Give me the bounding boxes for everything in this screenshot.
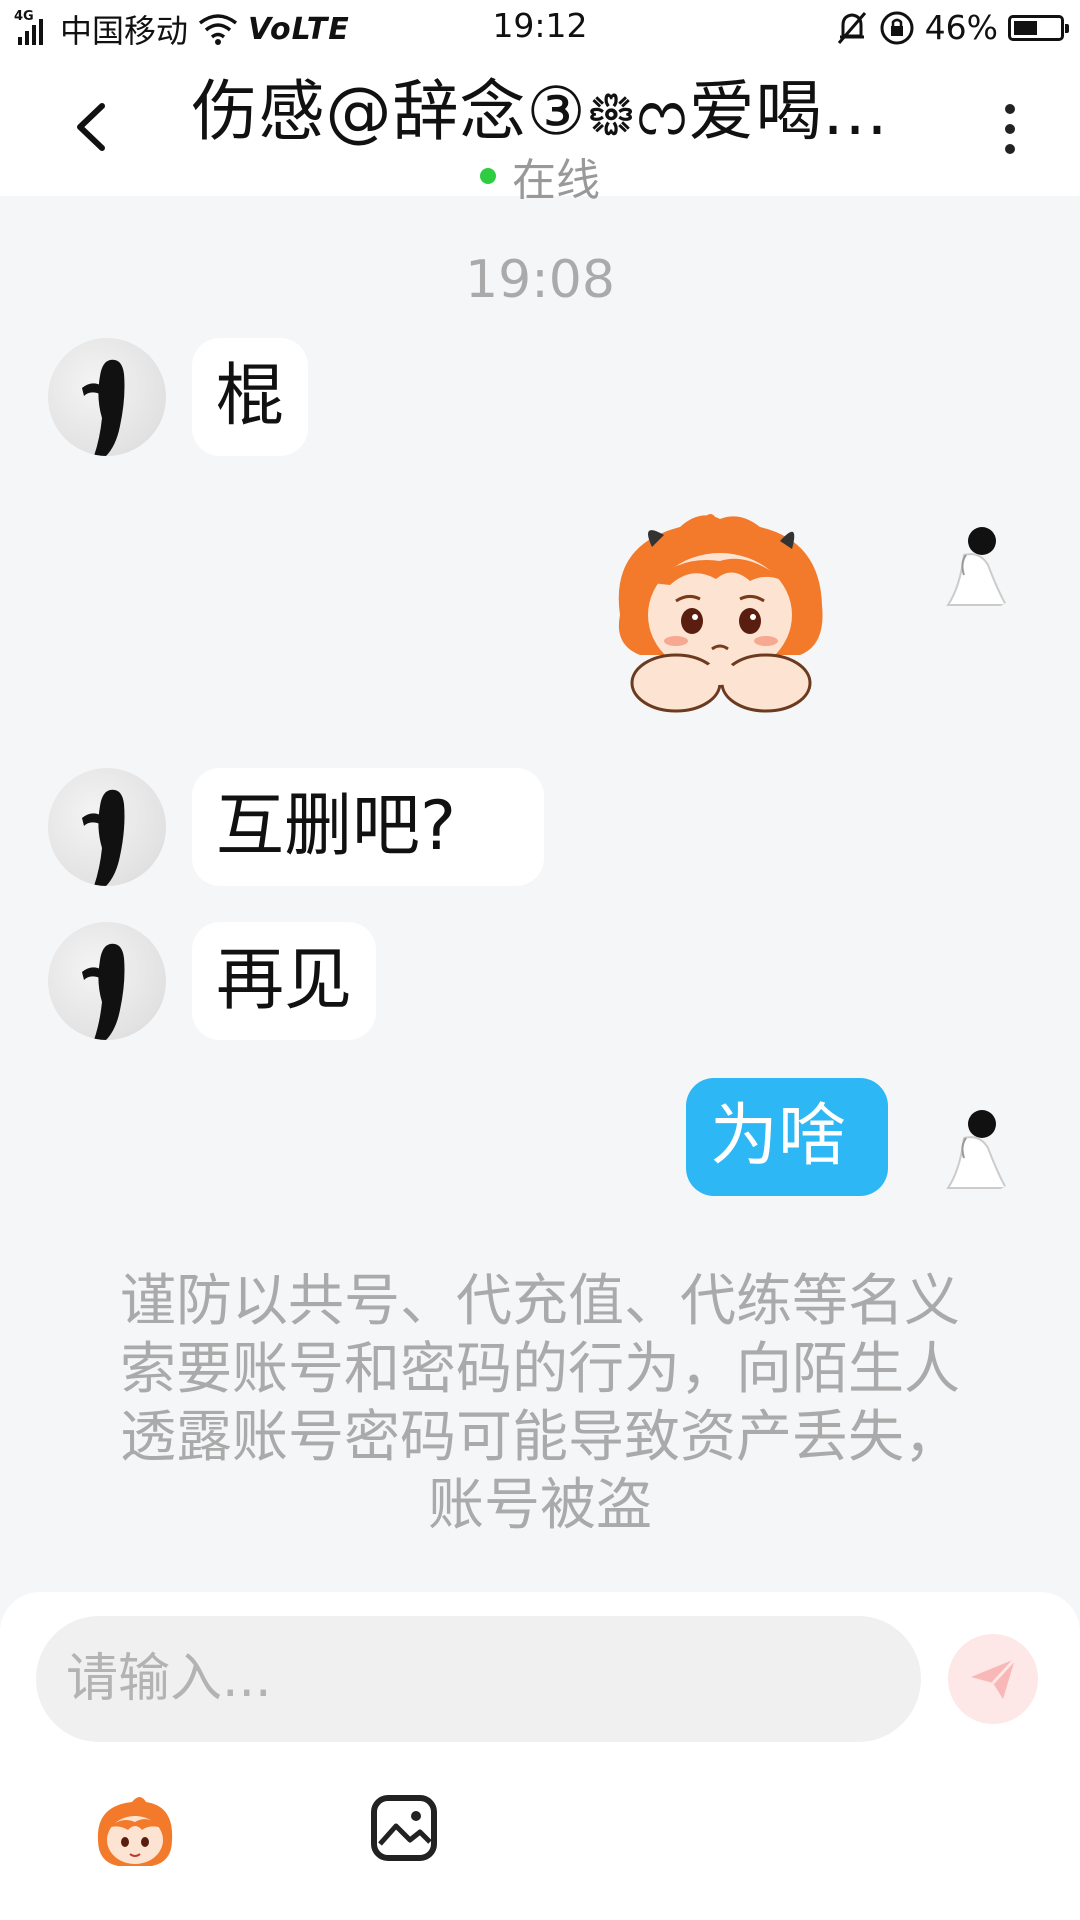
my-avatar[interactable]: [914, 1078, 1032, 1196]
security-notice: 谨防以共号、代充值、代练等名义索要账号和密码的行为，向陌生人透露账号密码可能导致…: [120, 1269, 960, 1538]
contact-avatar[interactable]: [48, 338, 166, 456]
message-bubble[interactable]: 互删吧?: [192, 768, 544, 886]
my-avatar[interactable]: [914, 495, 1032, 613]
message-bubble[interactable]: 再见: [192, 922, 377, 1040]
contact-avatar[interactable]: [48, 768, 166, 886]
rotation-lock-icon: [880, 11, 914, 44]
chat-header: 伤感@辞念③᪥ᦂ爱喝... 在线: [0, 56, 1080, 206]
online-dot-icon: [480, 168, 496, 184]
battery-icon: [1008, 14, 1069, 41]
sad-orange-hair-girl-sticker[interactable]: [600, 505, 840, 720]
image-icon[interactable]: [370, 1794, 438, 1862]
battery-percent: 46%: [924, 8, 998, 47]
input-panel: [0, 1592, 1080, 1920]
more-vertical-icon: [1005, 104, 1015, 114]
emoji-sticker-icon[interactable]: [92, 1792, 178, 1872]
message-timestamp: 19:08: [465, 250, 615, 310]
online-status-text: 在线: [512, 155, 600, 206]
contact-avatar[interactable]: [48, 922, 166, 1040]
message-input[interactable]: [36, 1616, 921, 1742]
more-options-button[interactable]: [980, 94, 1040, 164]
online-status: 在线: [0, 144, 1080, 208]
mute-bell-icon: [837, 11, 866, 44]
my-message-bubble[interactable]: 为啥: [686, 1078, 888, 1196]
status-right: 46%: [835, 8, 1069, 47]
status-bar: 4G 中国移动 VoLTE 19:12 46%: [0, 0, 1080, 56]
send-icon: [971, 1657, 1017, 1699]
message-bubble[interactable]: 棍: [192, 338, 309, 456]
send-button[interactable]: [948, 1634, 1038, 1724]
